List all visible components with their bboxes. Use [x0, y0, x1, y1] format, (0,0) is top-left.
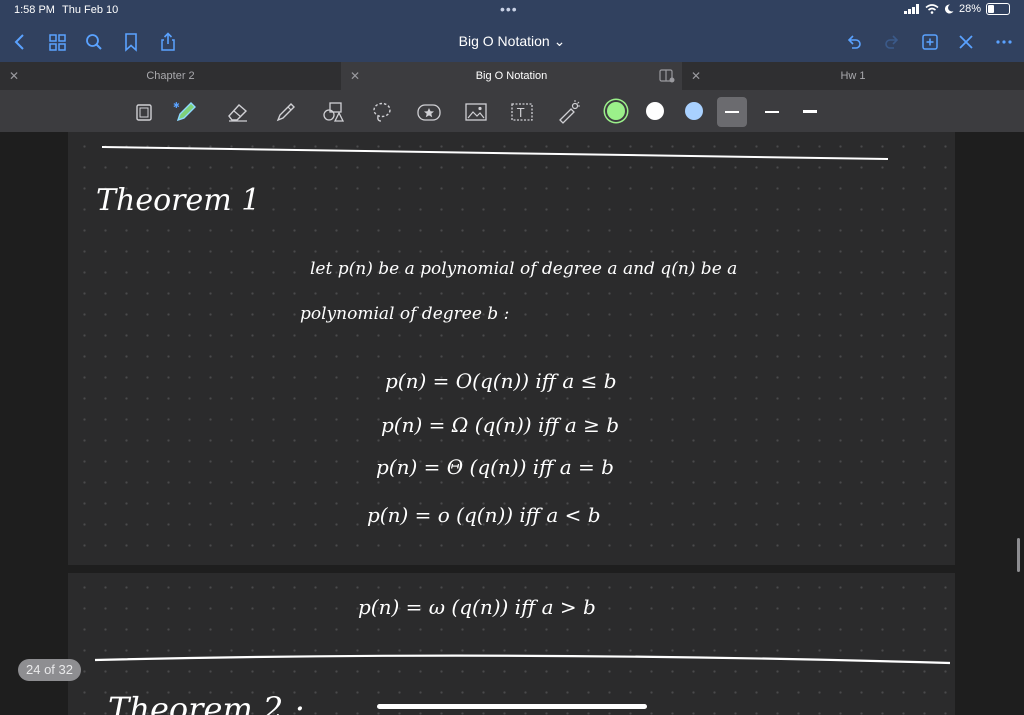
battery-icon [986, 3, 1010, 15]
navigation-bar: Big O Notation ⌄ [0, 22, 1024, 62]
add-page-icon[interactable] [920, 32, 940, 52]
svg-text:T: T [516, 106, 525, 120]
status-date: Thu Feb 10 [62, 4, 119, 16]
svg-text:✱: ✱ [173, 101, 180, 110]
color-swatch-white[interactable] [646, 102, 664, 120]
battery-percent: 28% [958, 3, 981, 15]
text-tool-icon[interactable]: T [509, 99, 535, 125]
document-title[interactable]: Big O Notation ⌄ [0, 33, 1024, 50]
tab-chapter-2[interactable]: ✕ Chapter 2 [0, 62, 341, 90]
undo-icon[interactable] [844, 32, 864, 52]
page-counter[interactable]: 24 of 32 [18, 659, 81, 681]
tab-label: Big O Notation [475, 70, 548, 82]
tab-big-o-notation[interactable]: ✕ Big O Notation [341, 62, 682, 90]
stroke-width-medium[interactable] [757, 97, 787, 127]
image-tool-icon[interactable] [463, 99, 489, 125]
moon-icon [944, 4, 954, 14]
note-canvas[interactable]: Theorem 1 let p(n) be a polynomial of de… [0, 132, 1024, 715]
home-indicator[interactable] [377, 704, 647, 709]
note-page[interactable] [68, 132, 955, 565]
wifi-icon [925, 4, 939, 14]
stroke-width-thick[interactable] [795, 97, 825, 127]
color-swatch-blue[interactable] [685, 102, 703, 120]
read-only-mode-icon[interactable] [132, 99, 158, 125]
note-page[interactable] [68, 573, 955, 715]
drawing-toolbar: ✱ T [0, 90, 1024, 132]
status-indicators: 28% [903, 3, 1010, 15]
tab-label: Chapter 2 [146, 70, 195, 82]
redo-icon[interactable] [882, 32, 902, 52]
elements-tool-icon[interactable] [416, 99, 442, 125]
pen-tool-icon[interactable]: ✱ [173, 99, 199, 125]
scrollbar[interactable] [1017, 538, 1020, 572]
status-time: 1:58 PM [14, 4, 55, 16]
more-icon[interactable] [994, 32, 1014, 52]
tab-hw-1[interactable]: ✕ Hw 1 [682, 62, 1024, 90]
stroke-width-thin[interactable] [717, 97, 747, 127]
close-icon[interactable] [956, 32, 976, 52]
eraser-tool-icon[interactable] [225, 99, 251, 125]
shapes-tool-icon[interactable] [320, 99, 346, 125]
multitasking-dots-icon[interactable]: ••• [500, 1, 518, 17]
lasso-tool-icon[interactable] [369, 99, 395, 125]
document-tabs: ✕ Chapter 2 ✕ Big O Notation ✕ Hw 1 [0, 62, 1024, 90]
highlighter-tool-icon[interactable] [273, 99, 299, 125]
split-view-icon[interactable] [659, 69, 675, 83]
laser-pointer-icon[interactable] [556, 99, 582, 125]
tab-label: Hw 1 [840, 70, 866, 82]
color-swatch-green[interactable] [607, 102, 625, 120]
signal-icon [903, 4, 919, 14]
status-bar: 1:58 PM Thu Feb 10 ••• 28% [0, 0, 1024, 22]
